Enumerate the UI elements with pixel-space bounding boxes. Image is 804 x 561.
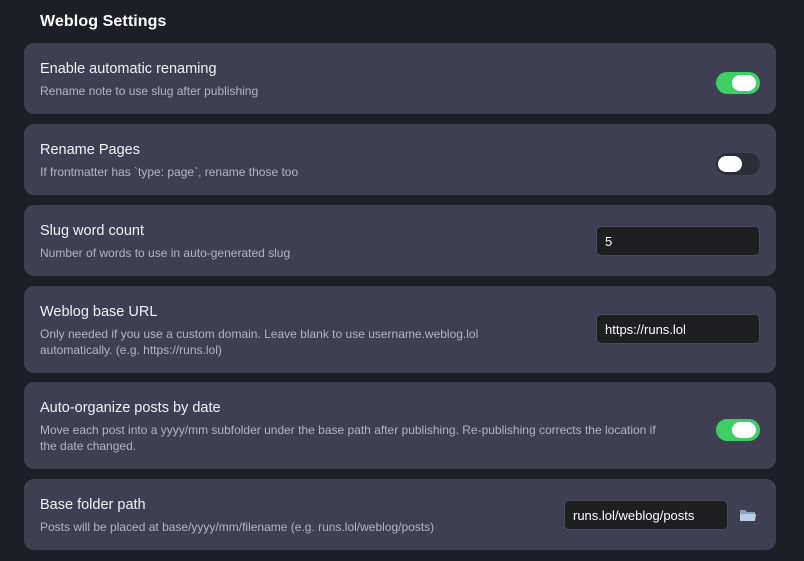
weblog-base-url-input[interactable] [596, 314, 760, 344]
section-title: Weblog Settings [40, 13, 167, 30]
folder-icon-svg [740, 510, 756, 521]
setting-info: Slug word count Number of words to use i… [40, 222, 290, 261]
folder-icon[interactable] [738, 505, 758, 525]
setting-auto-organize-posts: Auto-organize posts by date Move each po… [24, 382, 776, 469]
setting-name: Rename Pages [40, 142, 140, 158]
description-line: the date changed. [40, 439, 137, 453]
description-line: automatically. (e.g. https://runs.lol) [40, 343, 222, 357]
setting-description: Number of words to use in auto-generated… [40, 246, 291, 260]
description-line: Move each post into a yyyy/mm subfolder … [40, 423, 656, 437]
rename-pages-toggle[interactable] [716, 153, 760, 175]
setting-name: Slug word count [40, 223, 144, 239]
toggle-knob [718, 156, 742, 172]
setting-name: Base folder path [40, 497, 146, 513]
setting-name: Enable automatic renaming [40, 61, 217, 77]
description-line: Only needed if you use a custom domain. … [40, 327, 479, 341]
setting-description: Rename note to use slug after publishing [40, 84, 259, 98]
setting-info: Auto-organize posts by date Move each po… [40, 399, 656, 454]
base-folder-path-input[interactable] [564, 500, 728, 530]
setting-slug-word-count: Slug word count Number of words to use i… [24, 205, 776, 276]
setting-info: Enable automatic renaming Rename note to… [40, 60, 258, 99]
setting-rename-pages: Rename Pages If frontmatter has `type: p… [24, 124, 776, 195]
setting-info: Weblog base URL Only needed if you use a… [40, 303, 478, 358]
setting-name: Auto-organize posts by date [40, 400, 221, 416]
toggle-knob [732, 75, 756, 91]
setting-weblog-base-url: Weblog base URL Only needed if you use a… [24, 286, 776, 373]
setting-info: Rename Pages If frontmatter has `type: p… [40, 141, 298, 180]
setting-description: If frontmatter has `type: page`, rename … [40, 165, 299, 179]
setting-description: Posts will be placed at base/yyyy/mm/fil… [40, 520, 435, 534]
setting-description: Move each post into a yyyy/mm subfolder … [40, 422, 656, 454]
slug-word-count-input[interactable] [596, 226, 760, 256]
setting-name: Weblog base URL [40, 304, 158, 320]
setting-info: Base folder path Posts will be placed at… [40, 496, 434, 535]
auto-organize-toggle[interactable] [716, 419, 760, 441]
settings-page: Weblog Settings Enable automatic renamin… [0, 0, 804, 561]
setting-enable-automatic-renaming: Enable automatic renaming Rename note to… [24, 43, 776, 114]
setting-description: Only needed if you use a custom domain. … [40, 326, 478, 358]
auto-rename-toggle[interactable] [716, 72, 760, 94]
toggle-knob [732, 422, 756, 438]
setting-base-folder-path: Base folder path Posts will be placed at… [24, 479, 776, 550]
